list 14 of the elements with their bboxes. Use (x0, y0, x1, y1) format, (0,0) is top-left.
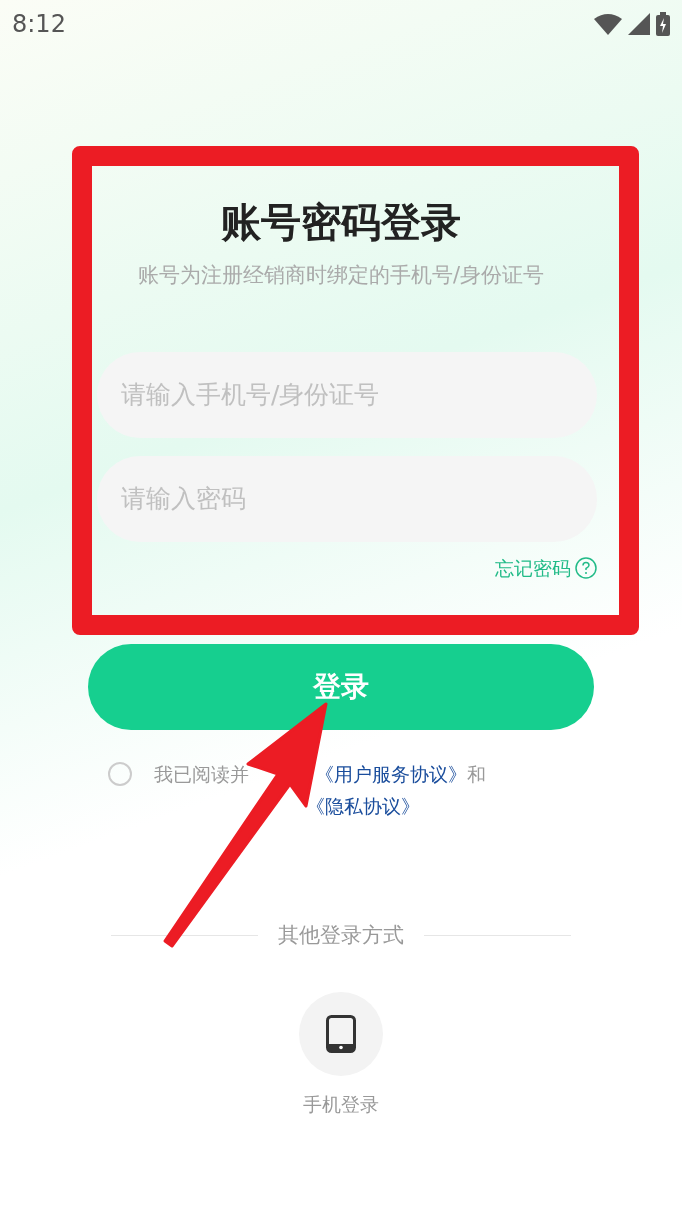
agreement-text: 我已阅读并 《用户服务协议》和 《隐私协议》 (154, 762, 487, 819)
wifi-icon (594, 13, 622, 35)
signal-icon (628, 13, 650, 35)
other-login-label: 其他登录方式 (278, 922, 404, 949)
agreement-checkbox[interactable] (108, 762, 132, 786)
phone-login-label: 手机登录 (303, 1091, 379, 1117)
page-title: 账号密码登录 (221, 198, 461, 246)
help-icon (575, 556, 597, 579)
service-agreement-link[interactable]: 《用户服务协议》 (315, 763, 467, 785)
phone-icon (326, 1014, 356, 1053)
subtitle: 账号为注册经销商时绑定的手机号/身份证号 (137, 262, 545, 289)
battery-icon (656, 12, 670, 36)
status-time: 8:12 (12, 9, 66, 40)
privacy-agreement-link[interactable]: 《隐私协议》 (306, 795, 420, 817)
